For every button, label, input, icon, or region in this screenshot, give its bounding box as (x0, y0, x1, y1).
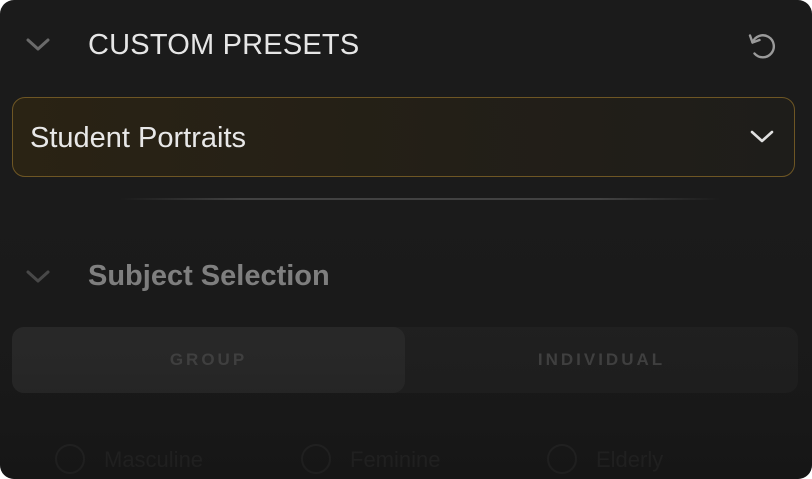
radio-button[interactable] (301, 444, 331, 474)
subject-options: Masculine Feminine Elderly (0, 436, 812, 479)
section-title: Subject Selection (88, 260, 330, 292)
chevron-down-icon (749, 129, 775, 145)
option-label: Masculine (104, 447, 204, 472)
preset-dropdown[interactable]: Student Portraits (12, 97, 795, 177)
reset-icon[interactable] (744, 28, 780, 64)
divider (120, 198, 720, 200)
preset-selected-value: Student Portraits (30, 122, 246, 154)
subject-type-toggle: GROUP INDIVIDUAL (12, 327, 798, 393)
page-title: CUSTOM PRESETS (88, 29, 360, 61)
radio-button[interactable] (55, 444, 85, 474)
radio-button[interactable] (547, 444, 577, 474)
option-label: Feminine (350, 447, 441, 472)
group-button[interactable]: GROUP (12, 327, 405, 393)
custom-presets-header: CUSTOM PRESETS (0, 0, 812, 90)
chevron-down-icon[interactable] (25, 269, 51, 285)
custom-presets-panel: CUSTOM PRESETS Student Portraits Subject… (0, 0, 812, 479)
chevron-down-icon[interactable] (25, 37, 51, 53)
option-label: Elderly (596, 447, 664, 472)
subject-selection-header: Subject Selection (0, 250, 812, 306)
individual-button[interactable]: INDIVIDUAL (405, 327, 798, 393)
